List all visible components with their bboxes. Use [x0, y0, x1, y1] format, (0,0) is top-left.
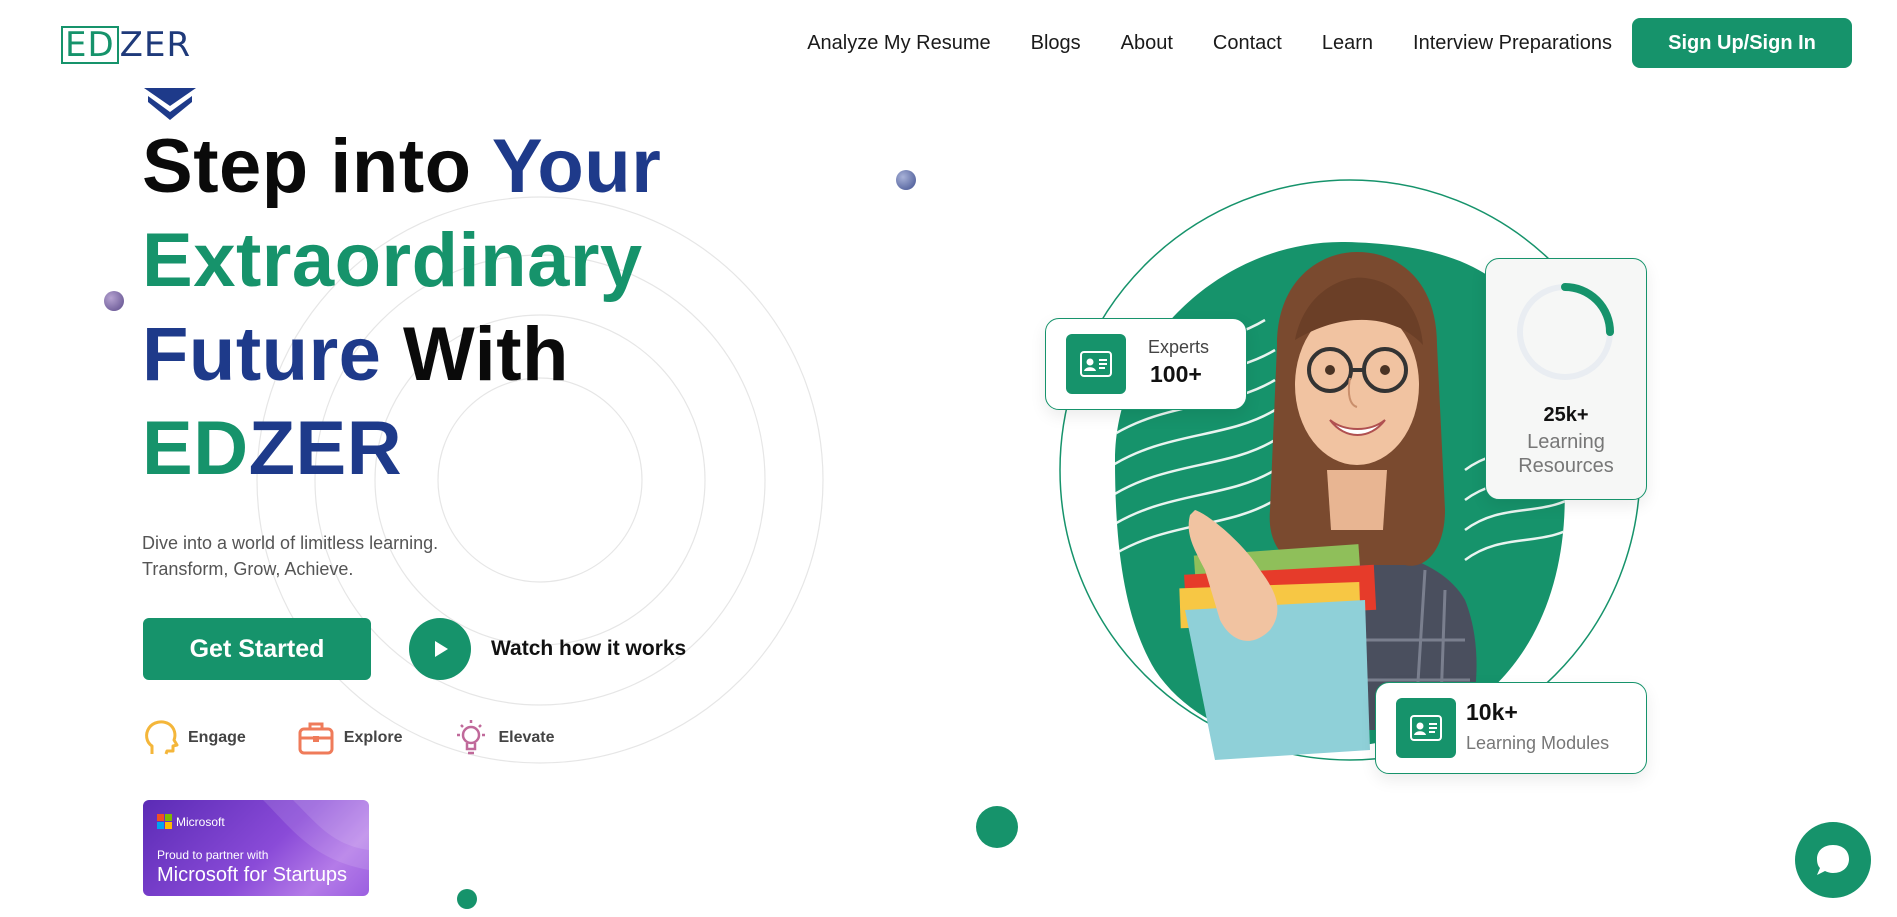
hero-line4-a: ED: [142, 406, 249, 491]
hero-line4-b: ZER: [248, 406, 403, 491]
resources-value: 25k+: [1543, 404, 1589, 426]
modules-label: Learning Modules: [1466, 733, 1610, 753]
modules-stat-card: 10k+ Learning Modules: [1375, 682, 1647, 774]
watch-how-it-works[interactable]: Watch how it works: [409, 618, 686, 680]
briefcase-icon: [298, 722, 334, 755]
logo-boxed-text: ED: [61, 26, 119, 64]
play-button[interactable]: [409, 618, 471, 680]
get-started-button[interactable]: Get Started: [143, 618, 371, 680]
decor-dot-green-small: [457, 889, 477, 909]
chat-widget-button[interactable]: [1795, 822, 1871, 898]
resources-label-line2: Resources: [1518, 455, 1614, 477]
decor-dot-green-large: [976, 806, 1018, 848]
resources-stat-card: 25k+ Learning Resources: [1485, 258, 1647, 500]
nav-analyze-resume[interactable]: Analyze My Resume: [807, 32, 990, 55]
nav-about[interactable]: About: [1121, 32, 1173, 55]
hero-visual: Experts 100+ 25k+ Learning Resources 10k…: [1045, 170, 1647, 790]
experts-value: 100+: [1150, 361, 1202, 387]
feature-elevate-label: Elevate: [498, 729, 555, 746]
play-icon: [435, 641, 448, 657]
main-nav: Analyze My Resume Blogs About Contact Le…: [767, 18, 1852, 68]
lightbulb-icon: [457, 720, 486, 755]
hero-line3-a: Future: [142, 312, 382, 397]
id-card-icon: [1396, 698, 1456, 758]
hero-line1-a: Step into: [142, 124, 492, 209]
progress-ring-icon: [1517, 283, 1614, 380]
partner-tagline: Proud to partner with: [157, 848, 269, 862]
nav-learn[interactable]: Learn: [1322, 32, 1373, 55]
feature-explore: Explore: [296, 718, 403, 758]
decor-dot-navy: [896, 170, 916, 190]
experts-stat-card: Experts 100+: [1045, 318, 1247, 410]
hero-subtext: Dive into a world of limitless learning.…: [142, 530, 438, 582]
feature-explore-label: Explore: [343, 729, 403, 746]
nav-interview-preparations[interactable]: Interview Preparations: [1413, 32, 1612, 55]
hero-line2: Extraordinary: [142, 218, 643, 303]
watch-label[interactable]: Watch how it works: [491, 637, 686, 661]
feature-engage-label: Engage: [188, 729, 246, 746]
hero-subtext-line2: Transform, Grow, Achieve.: [142, 559, 354, 579]
resources-label-line1: Learning: [1527, 431, 1605, 453]
experts-label: Experts: [1148, 337, 1210, 357]
partner-program: Microsoft for Startups: [157, 864, 348, 886]
hero-title: Step into Your Extraordinary Future With…: [142, 120, 661, 496]
modules-value: 10k+: [1466, 699, 1518, 725]
nav-contact[interactable]: Contact: [1213, 32, 1282, 55]
microsoft-brand-text: Microsoft: [176, 814, 225, 829]
decor-dot-purple: [104, 291, 124, 311]
microsoft-startups-badge[interactable]: Microsoft Proud to partner with Microsof…: [143, 800, 369, 896]
edzer-logo[interactable]: ED ZER: [61, 26, 191, 64]
head-profile-icon: [145, 720, 179, 755]
logo-rest-text: ZER: [119, 25, 192, 65]
microsoft-brand: Microsoft: [157, 814, 225, 829]
graduation-cap-icon: [144, 88, 196, 120]
hero-subtext-line1: Dive into a world of limitless learning.: [142, 533, 439, 553]
feature-engage: Engage: [142, 718, 246, 758]
hero-line1-b: Your: [491, 124, 662, 209]
microsoft-logo-icon: [157, 814, 172, 829]
chat-bubble-icon: [1817, 845, 1849, 875]
feature-elevate: Elevate: [452, 718, 555, 758]
nav-blogs[interactable]: Blogs: [1031, 32, 1081, 55]
feature-row: Engage Explore Elevate: [142, 718, 605, 758]
hero-line3-b: With: [381, 312, 569, 397]
signup-signin-button[interactable]: Sign Up/Sign In: [1632, 18, 1852, 68]
id-card-icon: [1066, 334, 1126, 394]
site-header: ED ZER Analyze My Resume Blogs About Cont…: [0, 0, 1897, 90]
